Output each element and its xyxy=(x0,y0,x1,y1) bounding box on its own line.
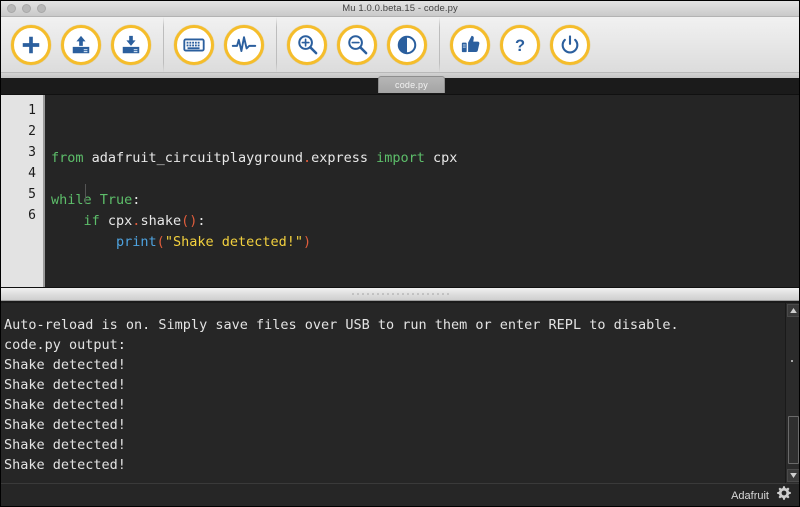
code-line: if cpx.shake(): xyxy=(45,211,800,232)
save-button[interactable] xyxy=(108,22,154,68)
plus-icon xyxy=(11,24,51,65)
tab-code-py[interactable]: code.py xyxy=(378,76,445,93)
line-number: 4 xyxy=(28,166,36,181)
title-bar: Mu 1.0.0.beta.15 - code.py xyxy=(0,0,800,17)
serial-console-panel: Auto-reload is on. Simply save files ove… xyxy=(0,301,800,483)
toolbar: ? xyxy=(0,16,800,73)
console-line: code.py output: xyxy=(4,337,126,353)
console-line: Shake detected! xyxy=(4,377,126,393)
line-number: 3 xyxy=(28,145,36,160)
code-token: : xyxy=(197,213,206,229)
upload-icon xyxy=(61,24,101,65)
code-token: express xyxy=(311,150,377,166)
code-line: while True: xyxy=(45,190,800,211)
code-token: ) xyxy=(302,234,312,250)
console-line: Shake detected! xyxy=(4,417,126,433)
scrollbar-track[interactable] xyxy=(786,318,800,468)
console-line: Auto-reload is on. Simply save files ove… xyxy=(4,317,679,333)
toolbar-separator xyxy=(163,16,164,73)
minimize-button[interactable] xyxy=(22,4,31,13)
code-token: () xyxy=(181,213,198,229)
load-button[interactable] xyxy=(58,22,104,68)
toolbar-separator xyxy=(439,16,440,73)
code-token: True xyxy=(99,192,133,208)
serial-button[interactable] xyxy=(171,22,217,68)
plotter-button[interactable] xyxy=(221,22,267,68)
zoom-button[interactable] xyxy=(37,4,46,13)
line-number-gutter: 1 2 3 4 5 6 xyxy=(0,95,45,287)
close-button[interactable] xyxy=(7,4,16,13)
code-token: ( xyxy=(156,234,165,250)
code-token: if xyxy=(83,213,100,229)
tab-label: code.py xyxy=(395,80,428,90)
waveform-icon xyxy=(224,24,264,65)
status-bar: Adafruit xyxy=(0,483,800,507)
splitter-grip-icon xyxy=(351,293,449,295)
keyboard-icon xyxy=(174,24,214,65)
line-number: 5 xyxy=(28,187,36,202)
window-controls[interactable] xyxy=(7,4,46,13)
scrollbar-marker xyxy=(791,360,793,362)
code-token: : xyxy=(132,192,141,208)
code-token: shake xyxy=(140,213,182,229)
power-icon xyxy=(550,24,590,65)
contrast-icon xyxy=(387,24,427,65)
download-icon xyxy=(111,24,151,65)
code-token: cpx xyxy=(99,213,133,229)
scrollbar-thumb[interactable] xyxy=(788,416,799,464)
code-editor[interactable]: 1 2 3 4 5 6 from adafruit_circuitplaygro… xyxy=(0,95,800,287)
tab-strip: code.py xyxy=(0,73,800,95)
zoom-out-button[interactable] xyxy=(334,22,380,68)
mode-label[interactable]: Adafruit xyxy=(731,490,769,502)
code-token: import xyxy=(376,150,425,166)
theme-button[interactable] xyxy=(384,22,430,68)
editor-console-splitter[interactable] xyxy=(0,287,800,301)
console-line: Shake detected! xyxy=(4,397,126,413)
code-line: print("Shake detected!") xyxy=(45,232,800,253)
code-token: print xyxy=(116,234,157,250)
console-line: Shake detected! xyxy=(4,357,126,373)
gear-icon[interactable] xyxy=(776,485,792,506)
code-token: from xyxy=(51,150,84,166)
indent-guide xyxy=(85,184,86,204)
scroll-down-button[interactable] xyxy=(786,469,800,482)
scroll-up-button[interactable] xyxy=(786,304,800,317)
console-scrollbar[interactable] xyxy=(785,303,800,483)
code-token: adafruit_circuitplayground xyxy=(83,150,303,166)
line-number: 2 xyxy=(28,124,36,139)
mu-editor-window: Mu 1.0.0.beta.15 - code.py ? code.py 1 2… xyxy=(0,0,800,507)
line-number: 6 xyxy=(28,208,36,223)
code-line: from adafruit_circuitplayground.express … xyxy=(45,148,800,169)
question-mark-icon: ? xyxy=(500,24,540,65)
thumbs-up-icon xyxy=(450,24,490,65)
code-token: cpx xyxy=(424,150,458,166)
zoom-in-button[interactable] xyxy=(284,22,330,68)
console-line: Shake detected! xyxy=(4,437,126,453)
console-line: Shake detected! xyxy=(4,457,126,473)
code-token: . xyxy=(302,150,312,166)
magnifier-plus-icon xyxy=(287,24,327,65)
line-number: 1 xyxy=(28,103,36,118)
magnifier-minus-icon xyxy=(337,24,377,65)
window-title: Mu 1.0.0.beta.15 - code.py xyxy=(342,2,458,14)
code-text-area[interactable]: from adafruit_circuitplayground.express … xyxy=(45,95,800,287)
toolbar-separator xyxy=(276,16,277,73)
quit-button[interactable] xyxy=(547,22,593,68)
code-token: while xyxy=(51,192,100,208)
console-output[interactable]: Auto-reload is on. Simply save files ove… xyxy=(0,303,785,483)
code-token: "Shake detected!" xyxy=(164,234,303,250)
help-button[interactable]: ? xyxy=(497,22,543,68)
new-button[interactable] xyxy=(8,22,54,68)
check-button[interactable] xyxy=(447,22,493,68)
svg-text:?: ? xyxy=(515,36,525,54)
